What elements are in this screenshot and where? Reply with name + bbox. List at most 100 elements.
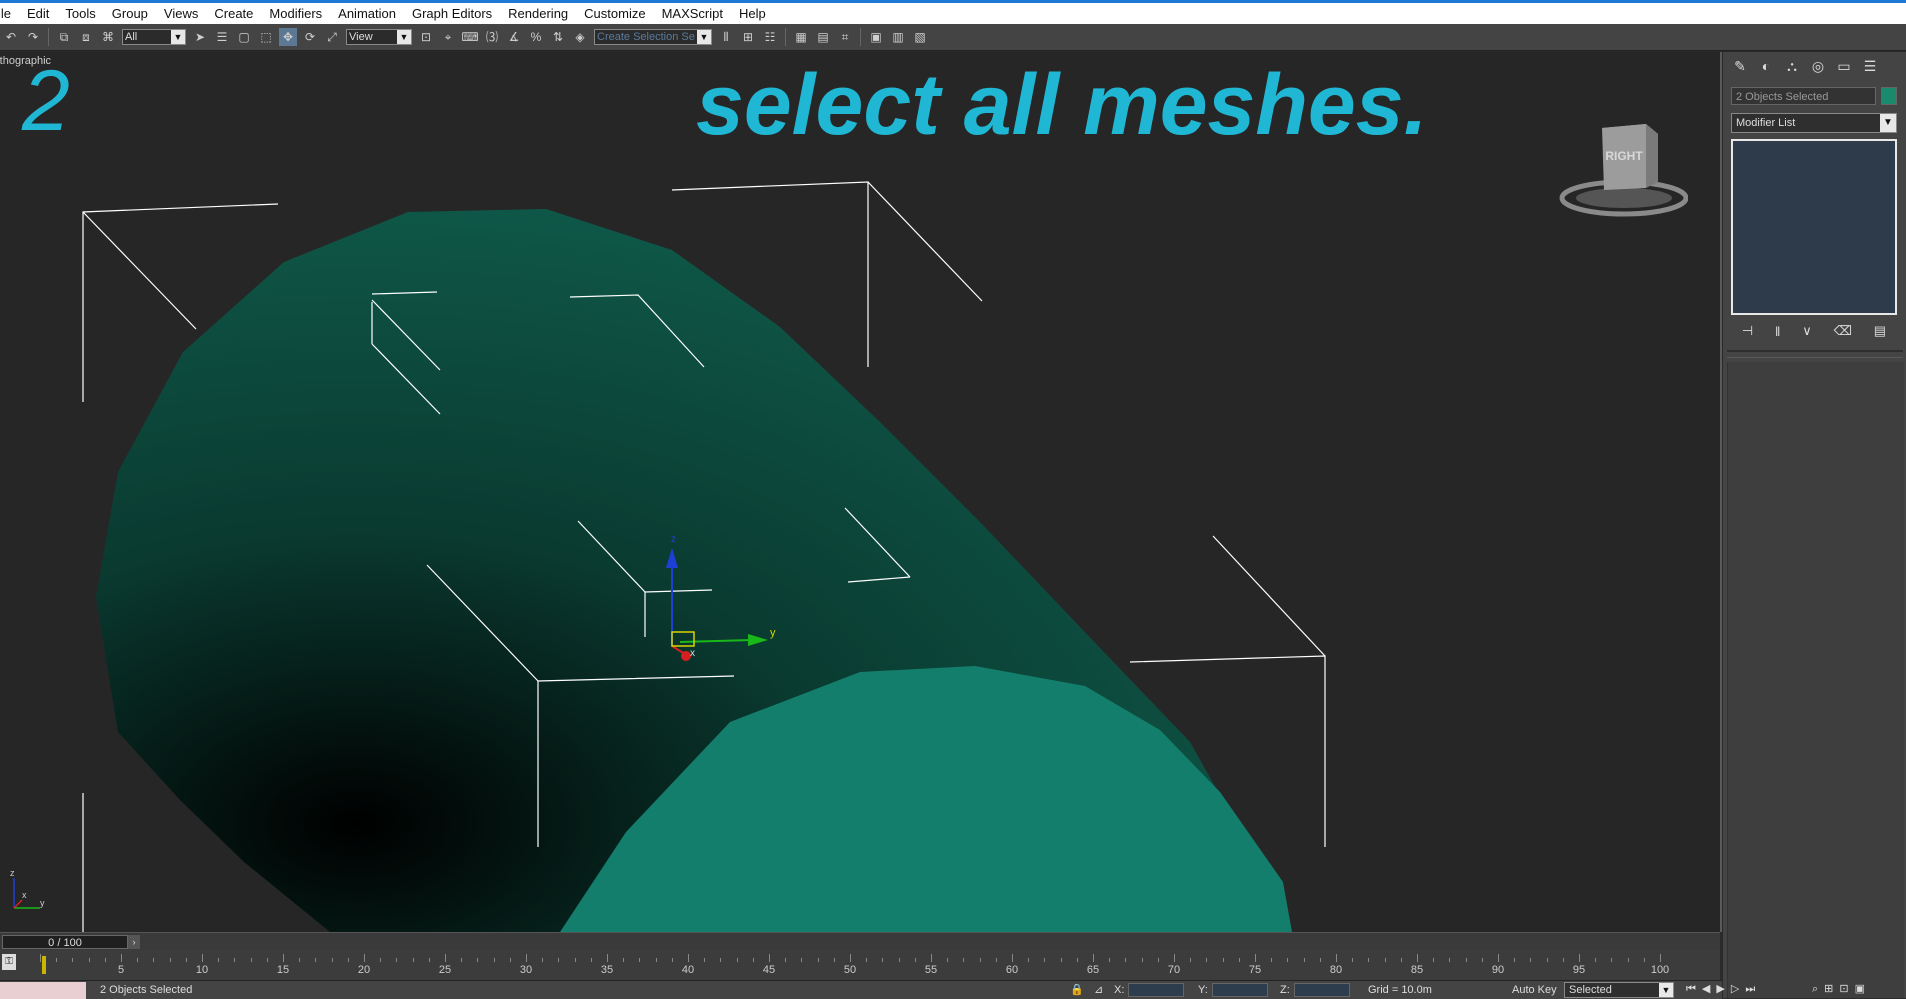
pivot-center-icon[interactable]: ⊡ xyxy=(417,28,435,46)
track-tick xyxy=(1044,958,1046,962)
menu-maxscript[interactable]: MAXScript xyxy=(654,6,731,21)
select-object-icon[interactable]: ➤ xyxy=(191,28,209,46)
chevron-right-icon[interactable]: › xyxy=(128,935,140,949)
display-tab-icon[interactable]: ▭ xyxy=(1833,56,1855,76)
mirror-icon[interactable]: ⫴ xyxy=(717,28,735,46)
rect-selection-icon[interactable]: ▢ xyxy=(235,28,253,46)
curve-editor-icon[interactable]: ▤ xyxy=(814,28,832,46)
key-mode-dropdown[interactable]: Selected ▼ xyxy=(1564,982,1674,998)
previous-frame-icon[interactable]: ◀ xyxy=(1702,981,1710,997)
track-tick-label: 80 xyxy=(1329,964,1343,976)
menu-animation[interactable]: Animation xyxy=(330,6,404,21)
material-editor-icon[interactable]: ▣ xyxy=(867,28,885,46)
zoom-icon[interactable]: ⌕ xyxy=(1812,981,1818,997)
scene-explorer-icon[interactable]: ▦ xyxy=(792,28,810,46)
menu-create[interactable]: Create xyxy=(206,6,261,21)
named-selection-dropdown[interactable]: Create Selection Se ▼ xyxy=(594,29,712,45)
track-tick xyxy=(1028,958,1030,962)
configure-sets-icon[interactable]: ▤ xyxy=(1874,323,1886,339)
maxscript-listener[interactable] xyxy=(0,982,86,999)
viewcube[interactable]: RIGHT xyxy=(1558,118,1688,228)
render-frame-icon[interactable]: ▧ xyxy=(911,28,929,46)
track-tick-label: 100 xyxy=(1650,964,1670,976)
menu-customize[interactable]: Customize xyxy=(576,6,653,21)
align-icon[interactable]: ⊞ xyxy=(739,28,757,46)
next-frame-icon[interactable]: ▷ xyxy=(1731,981,1739,997)
menu-file[interactable]: ile xyxy=(0,6,19,21)
rotate-icon[interactable]: ⟳ xyxy=(301,28,319,46)
go-to-start-icon[interactable]: ⏮ xyxy=(1686,981,1696,997)
menu-graph-editors[interactable]: Graph Editors xyxy=(404,6,500,21)
select-link-icon[interactable]: ⧉ xyxy=(55,28,73,46)
bind-spacewarp-icon[interactable]: ⌘ xyxy=(99,28,117,46)
x-coord-field[interactable] xyxy=(1128,983,1184,997)
modifier-stack[interactable] xyxy=(1731,139,1897,315)
track-tick xyxy=(412,958,414,962)
schematic-view-icon[interactable]: ⌗ xyxy=(836,28,854,46)
menu-group[interactable]: Group xyxy=(104,6,156,21)
keyboard-shortcut-icon[interactable]: ⌨ xyxy=(461,28,479,46)
scale-icon[interactable]: ⤢ xyxy=(323,28,341,46)
object-color-swatch[interactable] xyxy=(1881,87,1897,105)
modify-tab-icon[interactable]: ◐ xyxy=(1755,56,1777,76)
z-coord-field[interactable] xyxy=(1294,983,1350,997)
render-setup-icon[interactable]: ▥ xyxy=(889,28,907,46)
angle-snap-icon[interactable]: ∡ xyxy=(505,28,523,46)
current-frame-marker[interactable] xyxy=(42,956,46,974)
auto-key-button[interactable]: Auto Key xyxy=(1512,982,1557,998)
menu-modifiers[interactable]: Modifiers xyxy=(261,6,330,21)
object-name-field[interactable]: 2 Objects Selected xyxy=(1731,87,1876,105)
chevron-down-icon: ▼ xyxy=(1659,983,1673,997)
show-end-result-icon[interactable]: ‖ xyxy=(1775,324,1780,339)
key-filter-icon[interactable]: ⚿ xyxy=(2,954,16,970)
utilities-tab-icon[interactable]: ☰ xyxy=(1859,56,1881,76)
remove-modifier-icon[interactable]: ⌫ xyxy=(1834,323,1852,339)
percent-snap-icon[interactable]: % xyxy=(527,28,545,46)
ref-coord-dropdown[interactable]: View ▼ xyxy=(346,29,412,45)
menu-help[interactable]: Help xyxy=(731,6,774,21)
track-tick xyxy=(331,958,333,962)
track-tick xyxy=(40,954,41,962)
relative-mode-icon[interactable]: ⊿ xyxy=(1094,982,1103,998)
chevron-down-icon: ▼ xyxy=(397,30,411,44)
track-tick xyxy=(509,958,511,962)
make-unique-icon[interactable]: ∨ xyxy=(1802,323,1812,339)
zoom-extents-icon[interactable]: ⊡ xyxy=(1839,981,1848,997)
menu-edit[interactable]: Edit xyxy=(19,6,57,21)
undo-icon[interactable]: ↶ xyxy=(2,28,20,46)
track-tick xyxy=(526,954,527,962)
hierarchy-tab-icon[interactable]: ⛬ xyxy=(1781,56,1803,76)
window-crossing-icon[interactable]: ⬚ xyxy=(257,28,275,46)
time-slider[interactable]: 0 / 100 xyxy=(2,935,128,949)
menu-bar: ile Edit Tools Group Views Create Modifi… xyxy=(0,3,1906,24)
track-tick xyxy=(299,958,301,962)
menu-views[interactable]: Views xyxy=(156,6,206,21)
menu-rendering[interactable]: Rendering xyxy=(500,6,576,21)
modifier-list-dropdown[interactable]: Modifier List ▼ xyxy=(1731,113,1897,133)
maximize-viewport-icon[interactable]: ▣ xyxy=(1855,981,1865,997)
menu-tools[interactable]: Tools xyxy=(57,6,103,21)
track-tick xyxy=(947,958,949,962)
spinner-snap-icon[interactable]: ⇅ xyxy=(549,28,567,46)
manipulate-icon[interactable]: ⌖ xyxy=(439,28,457,46)
go-to-end-icon[interactable]: ⏭ xyxy=(1745,981,1755,997)
track-tick-label: 10 xyxy=(195,964,209,976)
y-coord-field[interactable] xyxy=(1212,983,1268,997)
create-tab-icon[interactable]: ✎ xyxy=(1729,56,1751,76)
lock-icon[interactable]: 🔒 xyxy=(1070,982,1084,998)
pin-stack-icon[interactable]: ⊣ xyxy=(1742,323,1753,339)
motion-tab-icon[interactable]: ◎ xyxy=(1807,56,1829,76)
snap-toggle-icon[interactable]: ⑶ xyxy=(483,28,501,46)
orthographic-viewport[interactable]: z y x y z x rthographic 2 select all mes… xyxy=(0,52,1722,932)
zoom-all-icon[interactable]: ⊞ xyxy=(1824,981,1833,997)
track-tick-label: 75 xyxy=(1248,964,1262,976)
selection-filter-dropdown[interactable]: All ▼ xyxy=(122,29,186,45)
edit-named-sets-icon[interactable]: ◈ xyxy=(571,28,589,46)
move-icon[interactable]: ✥ xyxy=(279,28,297,46)
select-by-name-icon[interactable]: ☰ xyxy=(213,28,231,46)
redo-icon[interactable]: ↷ xyxy=(24,28,42,46)
layer-manager-icon[interactable]: ☷ xyxy=(761,28,779,46)
track-bar[interactable]: ⚿ 5 10 15 20 25 30 35 40 45 50 55 60 65 70 75 80 85 90 95 1… xyxy=(0,950,1720,980)
unlink-icon[interactable]: ⧈ xyxy=(77,28,95,46)
play-icon[interactable]: ▶ xyxy=(1716,981,1724,997)
